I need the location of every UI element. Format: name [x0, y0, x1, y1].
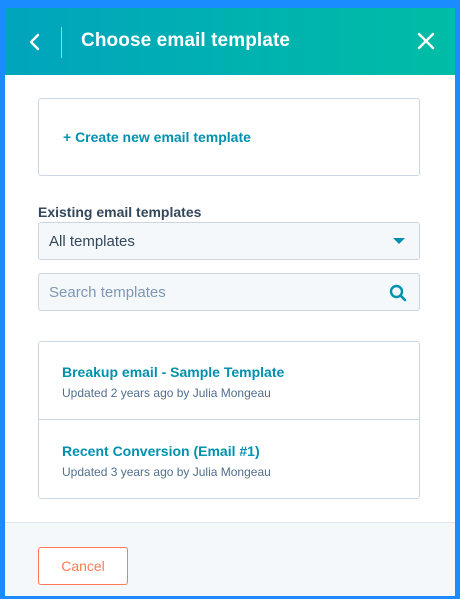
search-input[interactable]: [39, 274, 379, 310]
close-button[interactable]: [411, 26, 441, 56]
list-item[interactable]: Recent Conversion (Email #1) Updated 3 y…: [39, 421, 419, 499]
caret-down-icon: [393, 238, 405, 244]
page-title: Choose email template: [81, 30, 291, 51]
cancel-button[interactable]: Cancel: [38, 547, 128, 585]
template-meta: Updated 3 years ago by Julia Mongeau: [62, 465, 271, 479]
search-icon[interactable]: [389, 284, 407, 302]
template-name[interactable]: Breakup email - Sample Template: [62, 364, 284, 380]
email-template-panel: Choose email template + Create new email…: [5, 8, 455, 596]
template-list: Breakup email - Sample Template Updated …: [38, 341, 420, 499]
panel-footer: Cancel: [5, 522, 455, 596]
search-box: [38, 273, 420, 311]
create-template-link[interactable]: + Create new email template: [63, 129, 251, 145]
header-divider: [61, 27, 62, 58]
template-filter-dropdown[interactable]: All templates: [38, 222, 420, 260]
chevron-left-icon: [29, 33, 40, 51]
template-filter-value: All templates: [49, 233, 135, 250]
list-item[interactable]: Breakup email - Sample Template Updated …: [39, 342, 419, 420]
back-button[interactable]: [19, 26, 49, 58]
panel-header: Choose email template: [5, 8, 455, 75]
close-icon: [417, 32, 435, 50]
create-template-card: + Create new email template: [38, 98, 420, 176]
template-meta: Updated 2 years ago by Julia Mongeau: [62, 386, 271, 400]
template-name[interactable]: Recent Conversion (Email #1): [62, 443, 260, 459]
existing-templates-label: Existing email templates: [38, 204, 202, 220]
